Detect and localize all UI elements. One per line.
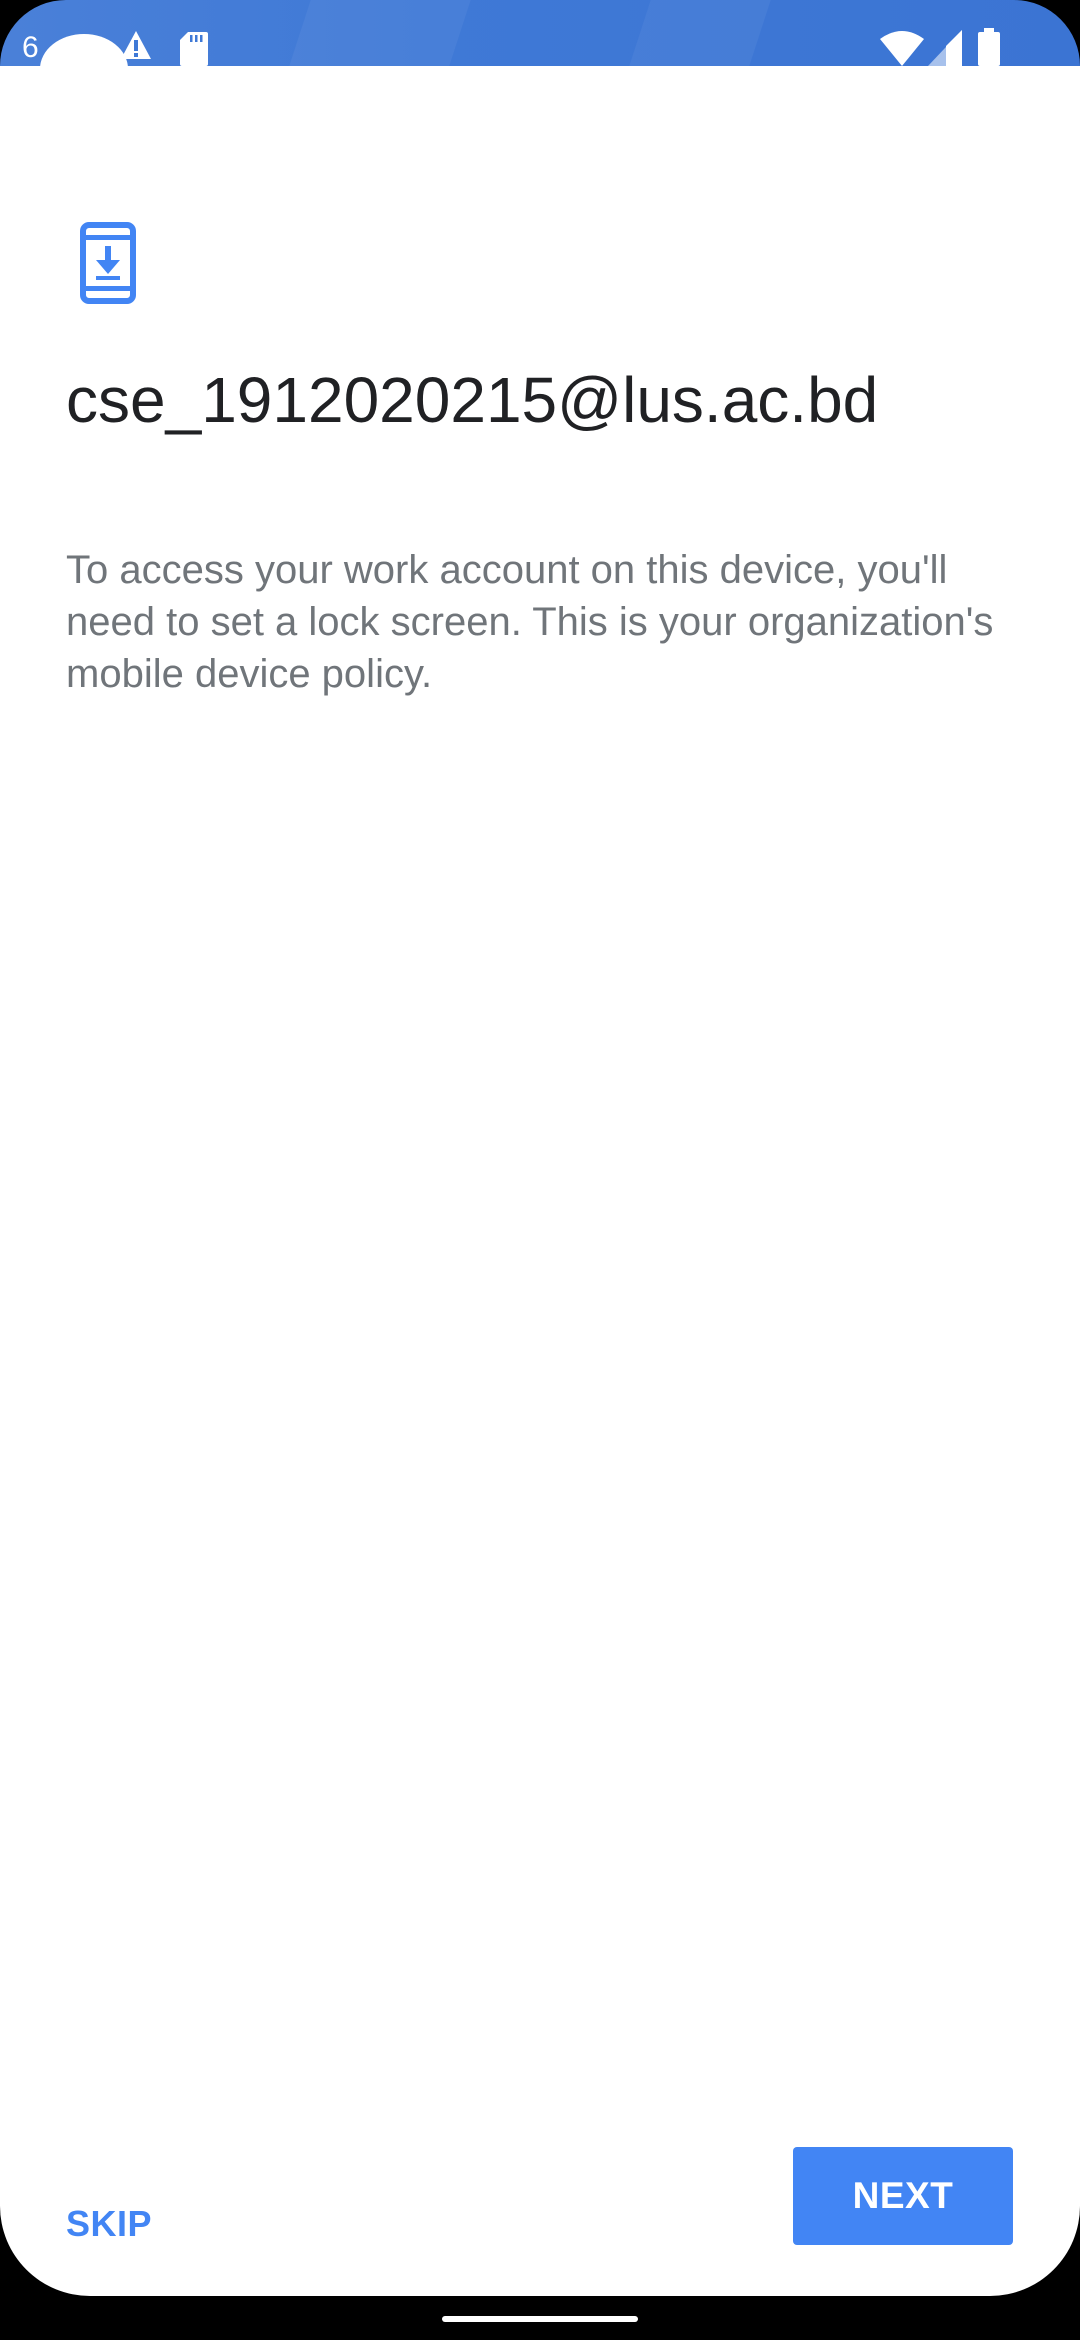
battery-icon <box>978 28 1000 66</box>
next-button[interactable]: NEXT <box>793 2147 1013 2245</box>
status-bar: 6 <box>0 0 1080 66</box>
sd-card-icon <box>180 32 208 66</box>
account-email: cse_1912020215@lus.ac.bd <box>66 364 879 436</box>
home-indicator[interactable] <box>442 2316 638 2322</box>
phone-download-icon <box>80 222 136 304</box>
alert-icon <box>120 30 152 65</box>
skip-button[interactable]: SKIP <box>66 2194 152 2254</box>
status-time: 6 <box>22 31 39 64</box>
device-screen: 6 cse_1912020215@lus.ac.bd To access you… <box>0 0 1080 2340</box>
camera-cutout <box>40 34 128 66</box>
wifi-icon <box>880 30 924 66</box>
lock-screen-policy-page: cse_1912020215@lus.ac.bd To access your … <box>0 66 1080 2296</box>
policy-description: To access your work account on this devi… <box>66 548 994 696</box>
signal-icon <box>928 30 962 66</box>
